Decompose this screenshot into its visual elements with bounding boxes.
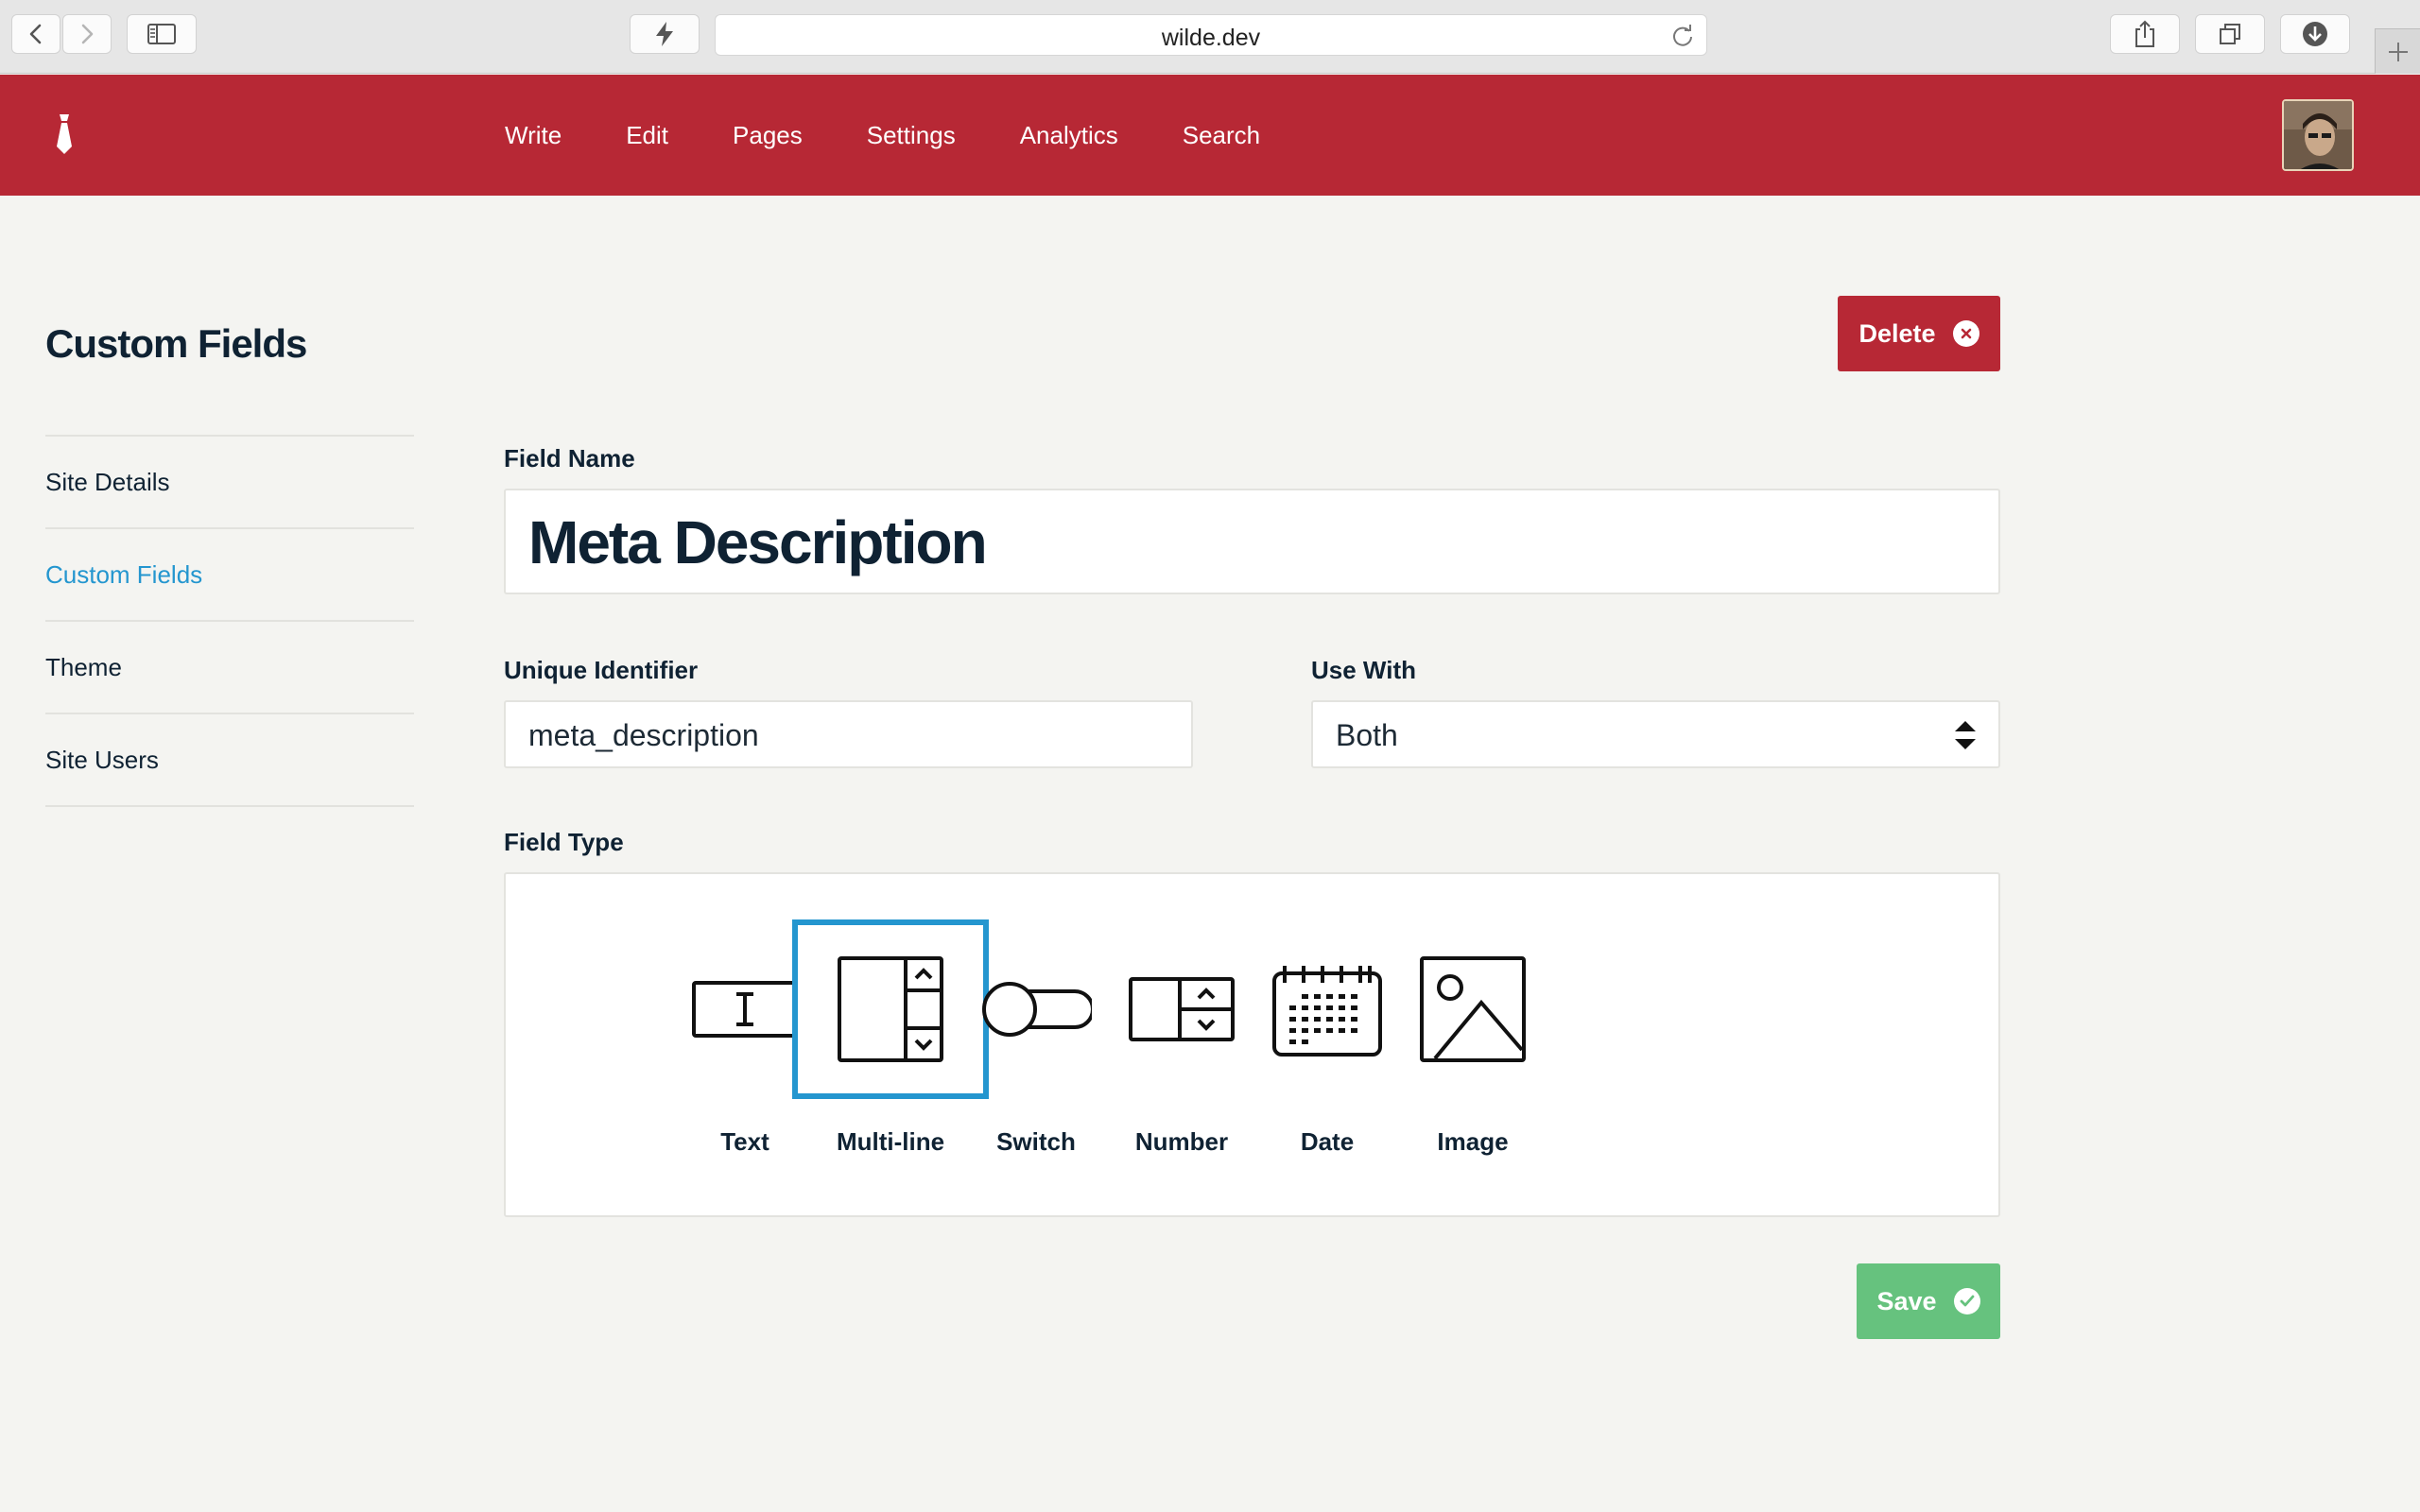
new-tab-button[interactable]: [2375, 28, 2420, 74]
multiline-icon: [838, 956, 943, 1062]
lightning-icon: [656, 22, 673, 46]
switch-icon: [982, 982, 1092, 1037]
select-arrows-icon: [1955, 721, 1976, 749]
field-name-label: Field Name: [504, 444, 635, 472]
use-with-value: Both: [1336, 718, 1398, 752]
unique-identifier-value: meta_description: [528, 718, 759, 752]
reload-icon[interactable]: [1670, 24, 1695, 48]
save-button-label: Save: [1876, 1286, 1937, 1315]
download-icon: [2303, 22, 2327, 46]
sidebar-item-custom-fields[interactable]: Custom Fields: [45, 529, 414, 622]
browser-toolbar: wilde.dev: [0, 0, 2420, 74]
nav-edit[interactable]: Edit: [594, 121, 700, 150]
url-text: wilde.dev: [1161, 25, 1261, 51]
sidebar-item-site-details[interactable]: Site Details: [45, 437, 414, 529]
share-icon: [2135, 20, 2154, 47]
app-header: Write Edit Pages Settings Analytics Sear…: [0, 75, 2420, 196]
unique-identifier-input[interactable]: meta_description: [504, 700, 1193, 768]
share-button[interactable]: [2110, 14, 2180, 54]
tie-logo-icon[interactable]: [53, 112, 76, 161]
delete-button[interactable]: Delete: [1838, 296, 2000, 371]
back-icon: [29, 24, 42, 44]
forward-button[interactable]: [62, 14, 112, 54]
save-button[interactable]: Save: [1857, 1263, 2000, 1339]
sidebar-icon: [147, 24, 176, 44]
sidebar-item-site-users[interactable]: Site Users: [45, 714, 414, 807]
delete-button-label: Delete: [1858, 318, 1936, 348]
number-stepper-icon: [1129, 977, 1235, 1041]
tabs-icon: [2220, 24, 2240, 44]
settings-sidebar: Site Details Custom Fields Theme Site Us…: [45, 435, 414, 807]
calendar-icon: [1272, 966, 1382, 1057]
field-type-picker: Text Multi-line Switch Number Date Image: [504, 872, 2000, 1217]
downloads-button[interactable]: [2280, 14, 2350, 54]
field-type-image-label: Image: [1437, 1127, 1509, 1156]
image-icon: [1420, 956, 1526, 1062]
use-with-label: Use With: [1311, 656, 1416, 684]
field-type-label: Field Type: [504, 828, 624, 856]
nav-analytics[interactable]: Analytics: [988, 121, 1150, 150]
sidebar-item-theme[interactable]: Theme: [45, 622, 414, 714]
new-tab-icon: [2388, 42, 2408, 61]
close-circle-icon: [1952, 320, 1979, 347]
field-type-image[interactable]: [1374, 919, 1571, 1099]
check-circle-icon: [1953, 1288, 1980, 1314]
field-name-input[interactable]: Meta Description: [504, 489, 2000, 594]
page-title: Custom Fields: [45, 321, 307, 366]
main-nav: Write Edit Pages Settings Analytics Sear…: [473, 75, 1292, 196]
avatar[interactable]: [2282, 99, 2354, 171]
forward-icon: [81, 24, 94, 44]
tabs-button[interactable]: [2195, 14, 2265, 54]
text-field-icon: [692, 981, 798, 1038]
nav-settings[interactable]: Settings: [835, 121, 988, 150]
sidebar-toggle-button[interactable]: [127, 14, 197, 54]
lightning-button[interactable]: [630, 14, 700, 54]
back-button[interactable]: [11, 14, 60, 54]
address-bar[interactable]: wilde.dev: [715, 14, 1707, 56]
nav-search[interactable]: Search: [1150, 121, 1292, 150]
use-with-select[interactable]: Both: [1311, 700, 2000, 768]
unique-identifier-label: Unique Identifier: [504, 656, 699, 684]
nav-pages[interactable]: Pages: [700, 121, 835, 150]
nav-write[interactable]: Write: [473, 121, 594, 150]
field-name-value: Meta Description: [528, 508, 988, 576]
